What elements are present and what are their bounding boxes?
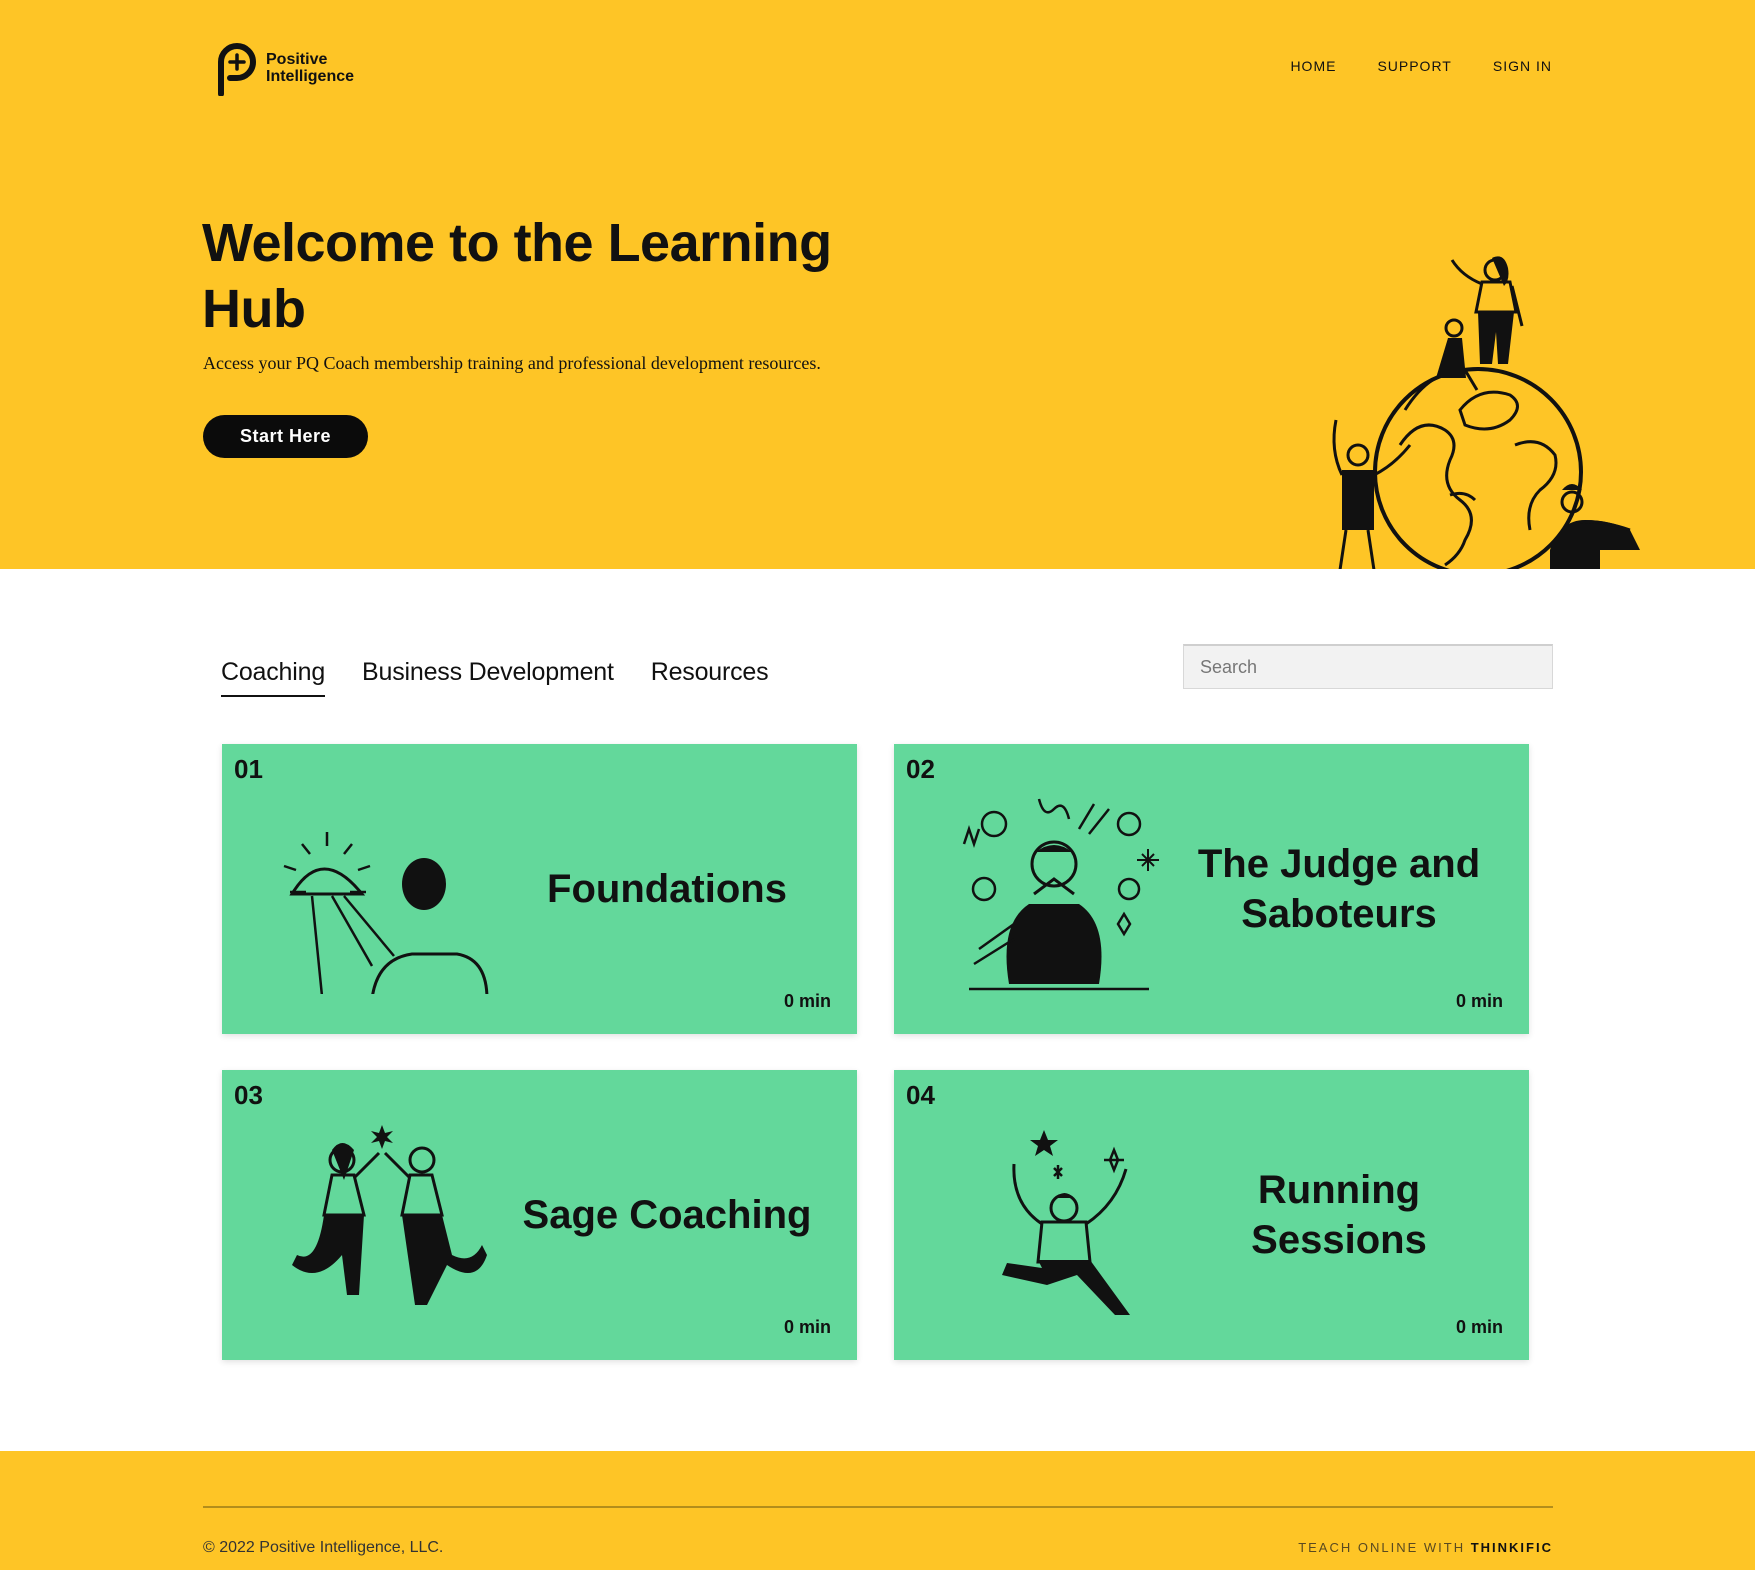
brand-name-line1: Positive <box>266 51 328 68</box>
tab-resources[interactable]: Resources <box>651 658 769 697</box>
brand-logo[interactable]: Positive Intelligence <box>212 40 354 96</box>
start-here-button[interactable]: Start Here <box>203 415 368 458</box>
hero-section: Positive Intelligence HOME SUPPORT SIGN … <box>0 0 1755 569</box>
nav-support-link[interactable]: SUPPORT <box>1377 58 1451 74</box>
card-title: Running Sessions <box>1251 1168 1427 1262</box>
p-plus-logo-icon <box>218 43 256 96</box>
sunrise-person-icon <box>283 832 489 994</box>
card-number: 03 <box>234 1080 263 1110</box>
thinkific-link[interactable]: TEACH ONLINE WITH THINKIFIC <box>1298 1540 1553 1555</box>
jumping-person-icon <box>1002 1130 1130 1315</box>
card-number: 04 <box>906 1080 935 1110</box>
powered-brand: THINKIFIC <box>1470 1540 1553 1555</box>
footer-divider <box>203 1506 1553 1508</box>
card-duration: 0 min <box>1455 1317 1503 1337</box>
hero-subtitle: Access your PQ Coach membership training… <box>203 353 821 373</box>
card-duration: 0 min <box>1455 991 1503 1011</box>
course-card-running-sessions[interactable]: 04 Running Sessions 0 min <box>894 1070 1529 1360</box>
tab-business-development[interactable]: Business Development <box>362 658 614 697</box>
brand-name-line2: Intelligence <box>266 68 355 85</box>
powered-prefix: TEACH ONLINE WITH <box>1298 1540 1466 1555</box>
card-duration: 0 min <box>783 991 831 1011</box>
card-title: Foundations <box>547 867 787 911</box>
tab-coaching[interactable]: Coaching <box>221 658 325 697</box>
category-tabs: Coaching Business Development Resources <box>221 658 769 697</box>
brand-name: Positive Intelligence <box>266 51 354 85</box>
card-title: The Judge and Saboteurs <box>1197 842 1481 936</box>
search-input[interactable] <box>1183 644 1553 689</box>
nav-home-link[interactable]: HOME <box>1290 58 1336 74</box>
globe-people-illustration-icon <box>1332 256 1640 569</box>
card-number: 01 <box>234 754 263 784</box>
high-five-icon <box>292 1125 487 1305</box>
copyright-text: © 2022 Positive Intelligence, LLC. <box>203 1539 444 1556</box>
nav-sign-in-link[interactable]: SIGN IN <box>1493 58 1552 74</box>
footer: © 2022 Positive Intelligence, LLC. TEACH… <box>0 1451 1755 1570</box>
course-card-foundations[interactable]: 01 Foundations 0 min <box>222 744 857 1034</box>
hero-title: Welcome to the Learning Hub <box>202 213 832 339</box>
course-card-judge-saboteurs[interactable]: 02 The Judge and Saboteurs 0 min <box>894 744 1529 1034</box>
card-number: 02 <box>906 754 935 784</box>
top-nav: HOME SUPPORT SIGN IN <box>1290 58 1552 74</box>
card-title: Sage Coaching <box>522 1193 812 1237</box>
judge-saboteurs-icon <box>962 798 1159 991</box>
course-card-sage-coaching[interactable]: 03 Sage Coaching 0 min <box>222 1070 857 1360</box>
card-duration: 0 min <box>783 1317 831 1337</box>
